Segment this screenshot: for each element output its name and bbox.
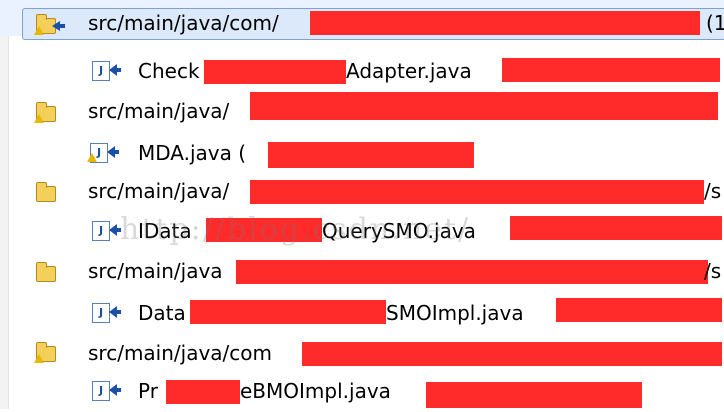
file-label-end: eBMOImpl.java [240,379,391,403]
package-label: src/main/java/ [88,179,230,203]
java-file-icon: J [90,378,121,404]
package-label: src/main/java [88,259,223,283]
redaction-block [426,382,642,408]
package-suffix: (1 [706,11,724,35]
file-label-start: Check [138,59,200,83]
redaction-block [190,300,386,324]
java-file-icon: J [90,218,121,244]
package-folder-warning-icon [34,100,64,126]
package-suffix: /s [704,259,722,283]
package-suffix: /s [704,179,722,203]
redaction-block [310,11,700,35]
java-file-icon: J [90,58,121,84]
tree-row-file-4[interactable]: J Data SMOImpl.java [0,296,724,332]
file-label-start: MDA.java ( [138,141,247,165]
package-label: src/main/java/com [88,341,273,365]
tree-row-package-3[interactable]: src/main/java/ /s [0,174,724,210]
tree-row-package-2[interactable]: src/main/java/ [0,92,724,128]
redaction-block [236,260,708,284]
file-label-start: Data [138,301,186,325]
file-label-end: Adapter.java [346,59,472,83]
redaction-block [268,142,474,168]
package-label: src/main/java/ [88,99,230,123]
tree-row-package-4[interactable]: src/main/java /s [0,254,724,290]
package-label: src/main/java/com/ [88,11,279,35]
java-file-icon: J [90,300,121,326]
package-folder-icon [34,180,64,206]
tree-row-file-5[interactable]: J Pr eBMOImpl.java [0,376,724,412]
redaction-block [204,60,346,84]
tree-row-package-5[interactable]: src/main/java/com [0,336,724,372]
redaction-block [166,380,240,404]
redaction-block [510,216,722,240]
redaction-block [250,180,704,204]
file-label-start: Pr [138,379,158,403]
watermark: http://blog.csdn.net/ [120,212,471,247]
redaction-block [502,58,720,82]
tree-row-file-2[interactable]: J MDA.java ( [0,136,724,172]
redaction-block [302,342,722,366]
redaction-block [250,92,718,120]
package-folder-icon [34,12,65,38]
tree-row-file-1[interactable]: J Check Adapter.java [0,52,724,88]
redaction-block [556,298,722,322]
package-folder-icon [34,260,64,286]
tree-row-package-1[interactable]: src/main/java/com/ (1 [0,0,724,40]
package-folder-warning-icon [34,340,64,366]
package-explorer-tree: src/main/java/com/ (1 J Check Adapter.ja… [0,0,724,409]
file-label-end: SMOImpl.java [386,301,524,325]
java-file-warning-icon: J [87,140,119,166]
